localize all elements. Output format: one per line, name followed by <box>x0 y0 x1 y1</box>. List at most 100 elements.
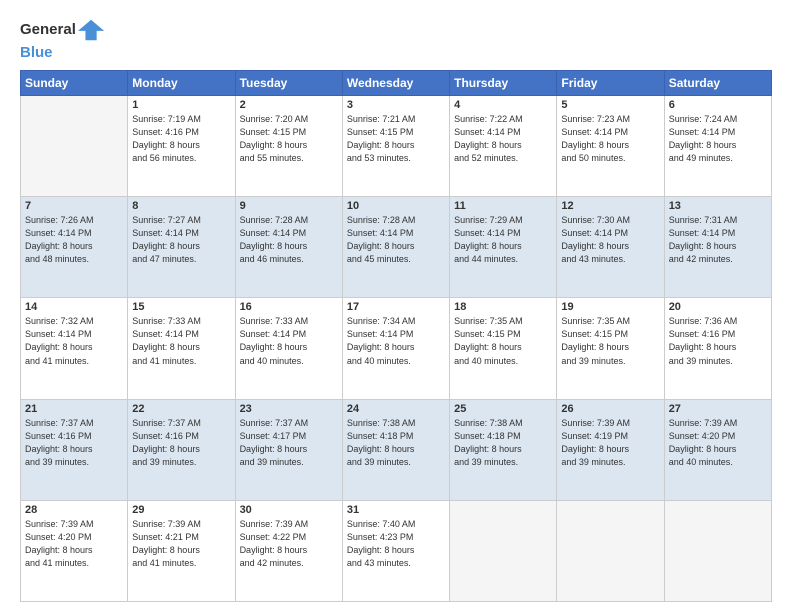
day-number: 9 <box>240 200 338 212</box>
calendar-cell: 19 Sunrise: 7:35 AMSunset: 4:15 PMDayligh… <box>557 298 664 399</box>
calendar-cell: 5Sunrise: 7:23 AMSunset: 4:14 PMDaylight… <box>557 96 664 197</box>
col-header-monday: Monday <box>128 71 235 96</box>
cell-info: Sunrise: 7:20 AMSunset: 4:15 PMDaylight:… <box>240 113 338 165</box>
cell-info: Sunrise: 7:32 AMSunset: 4:14 PMDaylight:… <box>25 315 123 367</box>
cell-info: Sunrise: 7:38 AMSunset: 4:18 PMDaylight:… <box>454 417 552 469</box>
calendar-cell <box>21 96 128 197</box>
day-number: 4 <box>454 99 552 111</box>
calendar-cell: 29Sunrise: 7:39 AMSunset: 4:21 PMDayligh… <box>128 500 235 601</box>
cell-info: Sunrise: 7:33 AMSunset: 4:14 PMDaylight:… <box>240 315 338 367</box>
calendar-cell: 28 Sunrise: 7:39 AMSunset: 4:20 PMDayligh… <box>21 500 128 601</box>
day-number: 11 <box>454 200 552 212</box>
calendar-cell: 22Sunrise: 7:37 AMSunset: 4:16 PMDayligh… <box>128 399 235 500</box>
day-number: 15 <box>132 301 230 313</box>
col-header-friday: Friday <box>557 71 664 96</box>
day-number: 30 <box>240 504 338 516</box>
cell-info: Sunrise: 7:21 AMSunset: 4:15 PMDaylight:… <box>347 113 445 165</box>
cell-info: Sunrise: 7:24 AMSunset: 4:14 PMDaylight:… <box>669 113 767 165</box>
cell-info: Sunrise: 7:35 AMSunset: 4:15 PMDaylight:… <box>561 315 659 367</box>
day-number: 28 <box>25 504 123 516</box>
cell-info: Sunrise: 7:33 AMSunset: 4:14 PMDaylight:… <box>132 315 230 367</box>
cell-info: Sunrise: 7:39 AMSunset: 4:19 PMDaylight:… <box>561 417 659 469</box>
day-number: 26 <box>561 403 659 415</box>
day-number: 25 <box>454 403 552 415</box>
calendar-cell <box>664 500 771 601</box>
day-number: 17 <box>347 301 445 313</box>
calendar-cell: 15 Sunrise: 7:33 AMSunset: 4:14 PMDayligh… <box>128 298 235 399</box>
calendar-cell: 17 Sunrise: 7:34 AMSunset: 4:14 PMDayligh… <box>342 298 449 399</box>
calendar-cell: 16 Sunrise: 7:33 AMSunset: 4:14 PMDayligh… <box>235 298 342 399</box>
week-row-3: 21 Sunrise: 7:37 AMSunset: 4:16 PMDayligh… <box>21 399 772 500</box>
day-number: 24 <box>347 403 445 415</box>
cell-info: Sunrise: 7:35 AMSunset: 4:15 PMDaylight:… <box>454 315 552 367</box>
cell-info: Sunrise: 7:36 AMSunset: 4:16 PMDaylight:… <box>669 315 767 367</box>
cell-info: Sunrise: 7:27 AMSunset: 4:14 PMDaylight:… <box>132 214 230 266</box>
page: General Blue SundayMondayTuesdayWednesda… <box>0 0 792 612</box>
col-header-thursday: Thursday <box>450 71 557 96</box>
cell-info: Sunrise: 7:39 AMSunset: 4:21 PMDaylight:… <box>132 518 230 570</box>
calendar-cell: 20 Sunrise: 7:36 AMSunset: 4:16 PMDayligh… <box>664 298 771 399</box>
cell-info: Sunrise: 7:29 AMSunset: 4:14 PMDaylight:… <box>454 214 552 266</box>
day-number: 19 <box>561 301 659 313</box>
calendar-cell: 18 Sunrise: 7:35 AMSunset: 4:15 PMDayligh… <box>450 298 557 399</box>
cell-info: Sunrise: 7:37 AMSunset: 4:16 PMDaylight:… <box>132 417 230 469</box>
calendar-cell: 23 Sunrise: 7:37 AMSunset: 4:17 PMDayligh… <box>235 399 342 500</box>
cell-info: Sunrise: 7:38 AMSunset: 4:18 PMDaylight:… <box>347 417 445 469</box>
cell-info: Sunrise: 7:39 AMSunset: 4:22 PMDaylight:… <box>240 518 338 570</box>
calendar-cell <box>557 500 664 601</box>
calendar-cell: 25 Sunrise: 7:38 AMSunset: 4:18 PMDayligh… <box>450 399 557 500</box>
day-number: 10 <box>347 200 445 212</box>
day-number: 23 <box>240 403 338 415</box>
logo-icon <box>78 16 106 44</box>
calendar-cell: 31Sunrise: 7:40 AMSunset: 4:23 PMDayligh… <box>342 500 449 601</box>
day-number: 5 <box>561 99 659 111</box>
header: General Blue <box>20 16 772 62</box>
calendar-cell: 12 Sunrise: 7:30 AMSunset: 4:14 PMDayligh… <box>557 197 664 298</box>
day-number: 6 <box>669 99 767 111</box>
cell-info: Sunrise: 7:37 AMSunset: 4:16 PMDaylight:… <box>25 417 123 469</box>
cell-info: Sunrise: 7:39 AMSunset: 4:20 PMDaylight:… <box>669 417 767 469</box>
day-number: 12 <box>561 200 659 212</box>
cell-info: Sunrise: 7:37 AMSunset: 4:17 PMDaylight:… <box>240 417 338 469</box>
calendar-cell: 2 Sunrise: 7:20 AMSunset: 4:15 PMDaylight… <box>235 96 342 197</box>
calendar-cell: 8 Sunrise: 7:27 AMSunset: 4:14 PMDaylight… <box>128 197 235 298</box>
day-number: 20 <box>669 301 767 313</box>
col-header-wednesday: Wednesday <box>342 71 449 96</box>
calendar-table: SundayMondayTuesdayWednesdayThursdayFrid… <box>20 70 772 602</box>
day-number: 3 <box>347 99 445 111</box>
cell-info: Sunrise: 7:22 AMSunset: 4:14 PMDaylight:… <box>454 113 552 165</box>
calendar-cell: 30 Sunrise: 7:39 AMSunset: 4:22 PMDayligh… <box>235 500 342 601</box>
cell-info: Sunrise: 7:19 AMSunset: 4:16 PMDaylight:… <box>132 113 230 165</box>
week-row-2: 14 Sunrise: 7:32 AMSunset: 4:14 PMDayligh… <box>21 298 772 399</box>
week-row-1: 7 Sunrise: 7:26 AMSunset: 4:14 PMDaylight… <box>21 197 772 298</box>
calendar-header-row: SundayMondayTuesdayWednesdayThursdayFrid… <box>21 71 772 96</box>
cell-info: Sunrise: 7:30 AMSunset: 4:14 PMDaylight:… <box>561 214 659 266</box>
calendar-cell: 11 Sunrise: 7:29 AMSunset: 4:14 PMDayligh… <box>450 197 557 298</box>
calendar-cell: 24 Sunrise: 7:38 AMSunset: 4:18 PMDayligh… <box>342 399 449 500</box>
day-number: 8 <box>132 200 230 212</box>
day-number: 16 <box>240 301 338 313</box>
calendar-cell: 6 Sunrise: 7:24 AMSunset: 4:14 PMDaylight… <box>664 96 771 197</box>
col-header-tuesday: Tuesday <box>235 71 342 96</box>
calendar-cell: 13Sunrise: 7:31 AMSunset: 4:14 PMDayligh… <box>664 197 771 298</box>
week-row-0: 1Sunrise: 7:19 AMSunset: 4:16 PMDaylight… <box>21 96 772 197</box>
calendar-cell: 7 Sunrise: 7:26 AMSunset: 4:14 PMDaylight… <box>21 197 128 298</box>
day-number: 18 <box>454 301 552 313</box>
calendar-cell: 21 Sunrise: 7:37 AMSunset: 4:16 PMDayligh… <box>21 399 128 500</box>
logo: General Blue <box>20 16 106 62</box>
day-number: 7 <box>25 200 123 212</box>
cell-info: Sunrise: 7:39 AMSunset: 4:20 PMDaylight:… <box>25 518 123 570</box>
day-number: 21 <box>25 403 123 415</box>
calendar-cell <box>450 500 557 601</box>
day-number: 14 <box>25 301 123 313</box>
cell-info: Sunrise: 7:34 AMSunset: 4:14 PMDaylight:… <box>347 315 445 367</box>
day-number: 27 <box>669 403 767 415</box>
day-number: 2 <box>240 99 338 111</box>
col-header-sunday: Sunday <box>21 71 128 96</box>
logo-text: General <box>20 21 76 39</box>
calendar-cell: 27 Sunrise: 7:39 AMSunset: 4:20 PMDayligh… <box>664 399 771 500</box>
cell-info: Sunrise: 7:28 AMSunset: 4:14 PMDaylight:… <box>240 214 338 266</box>
calendar-cell: 1Sunrise: 7:19 AMSunset: 4:16 PMDaylight… <box>128 96 235 197</box>
cell-info: Sunrise: 7:26 AMSunset: 4:14 PMDaylight:… <box>25 214 123 266</box>
col-header-saturday: Saturday <box>664 71 771 96</box>
